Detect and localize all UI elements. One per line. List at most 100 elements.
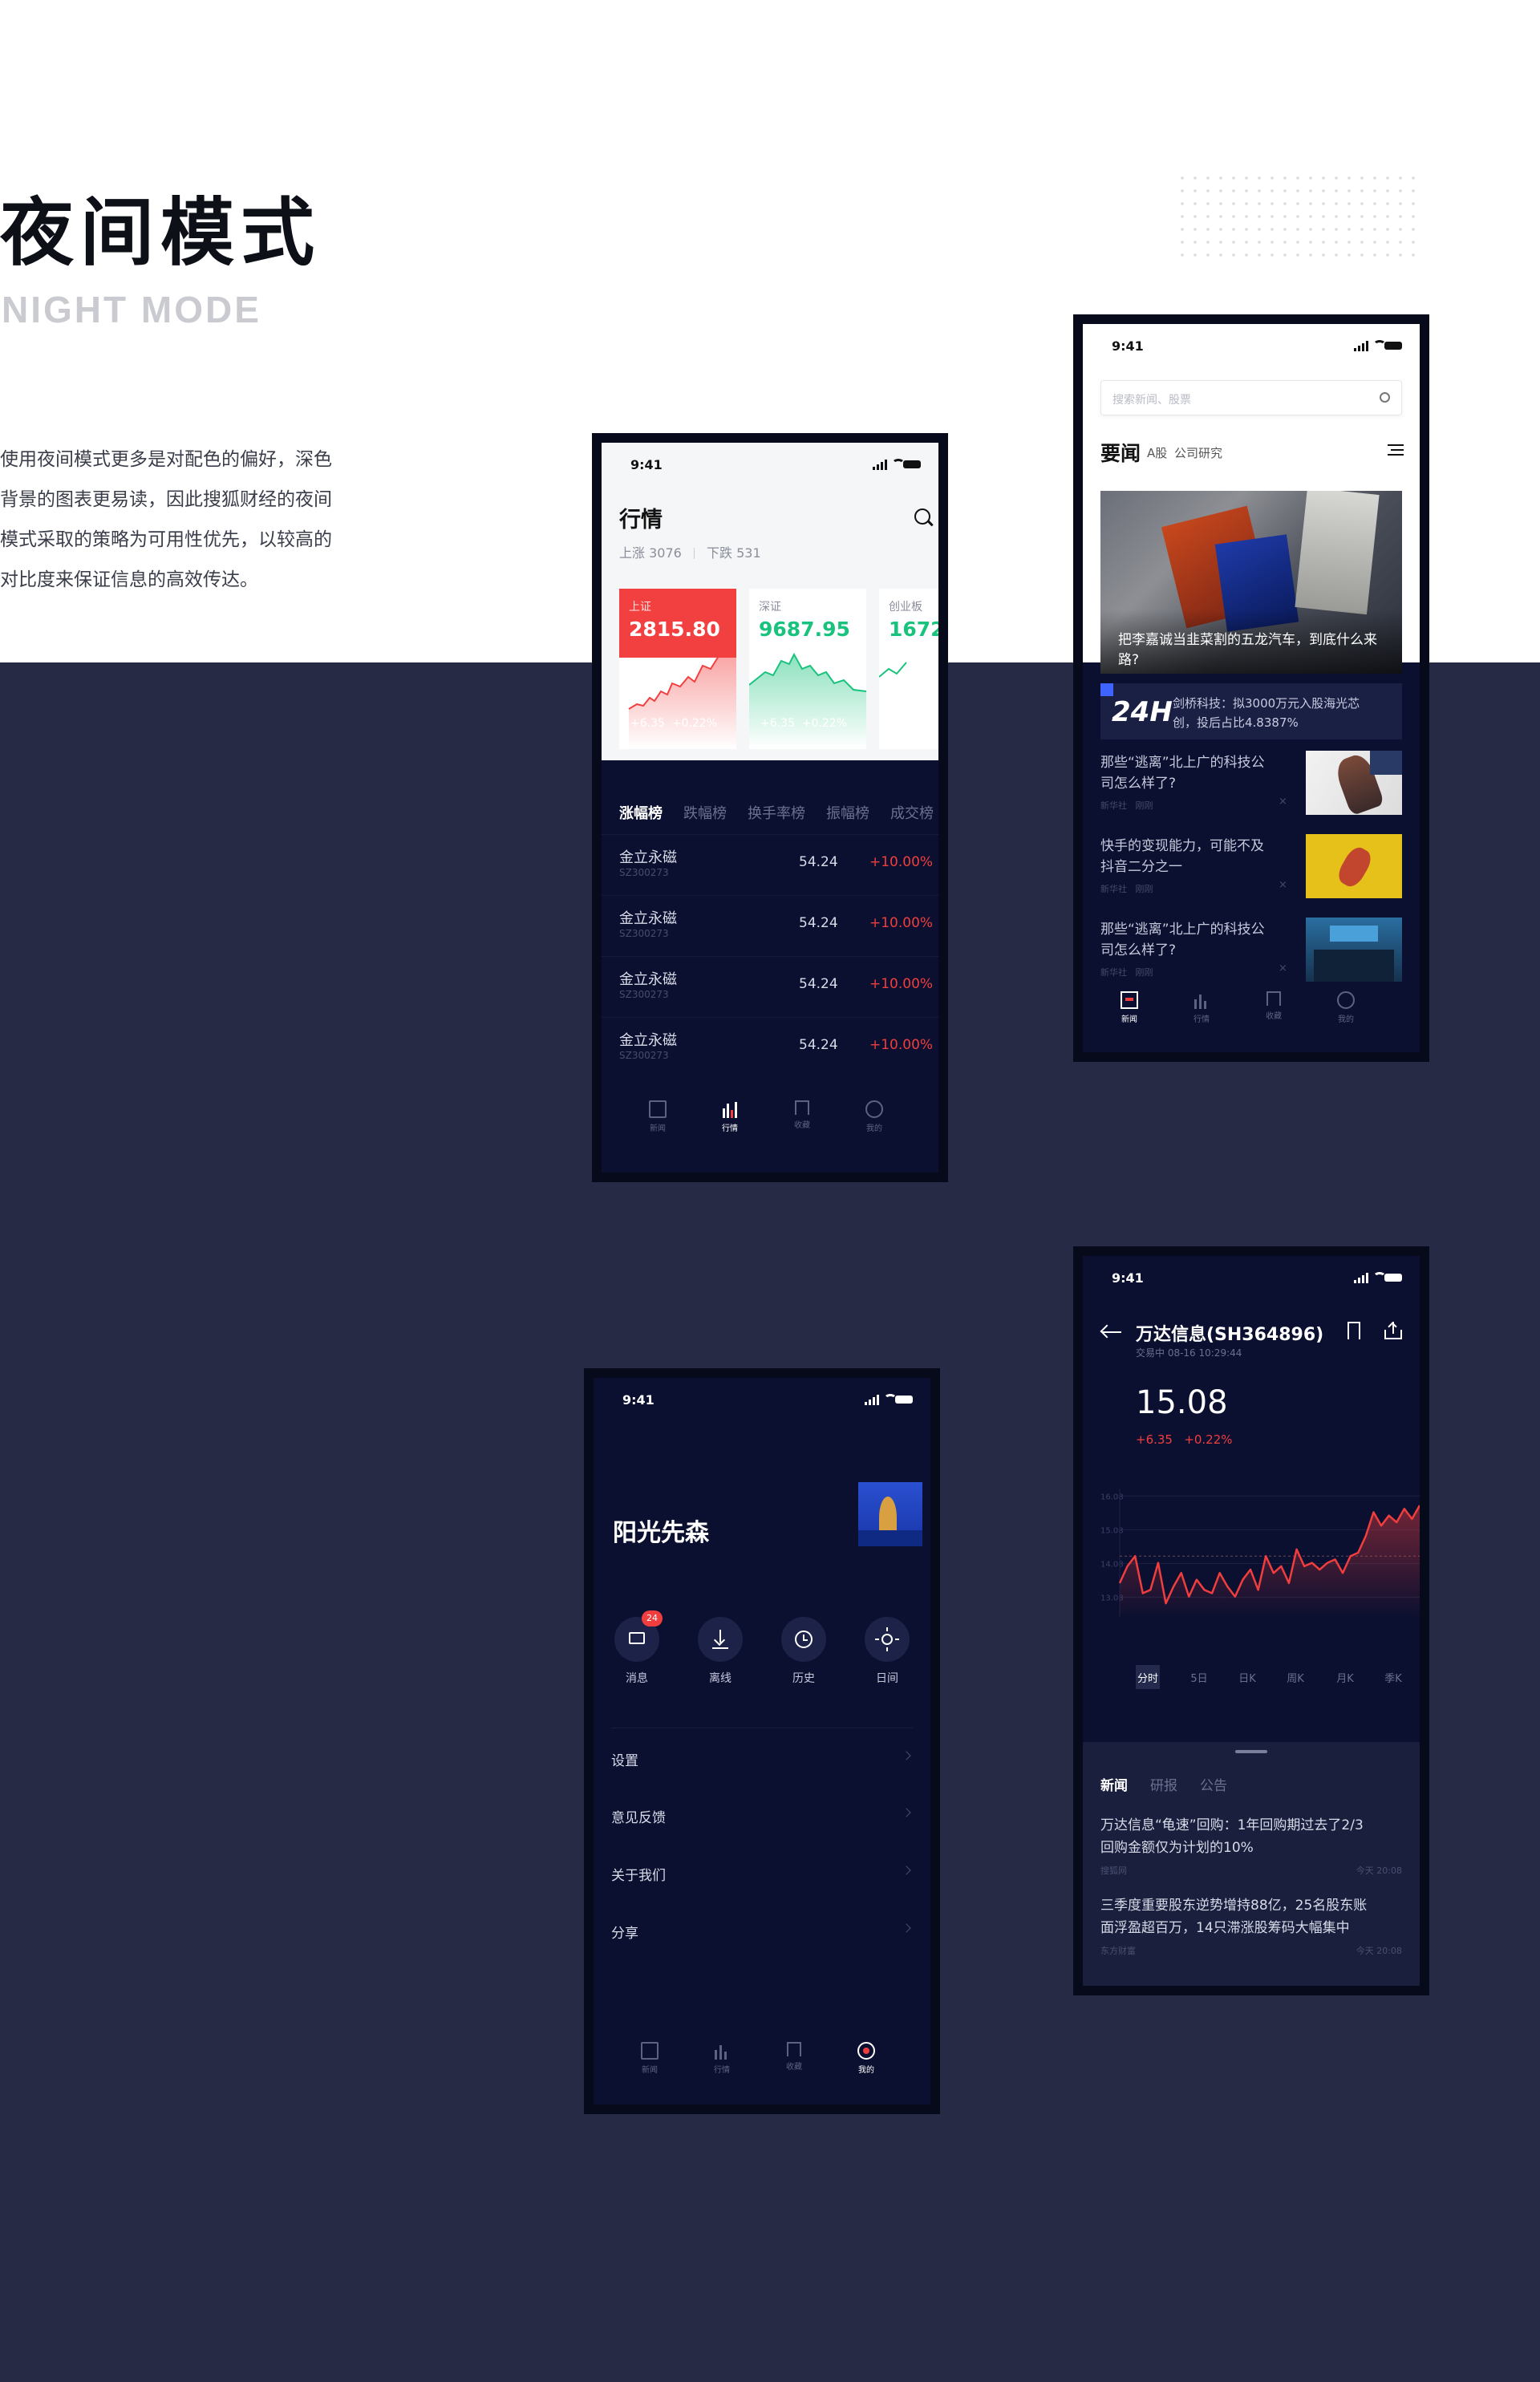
table-row[interactable]: 金立永磁 SZ300273 54.24 +10.00% (602, 895, 938, 956)
tab-news[interactable]: 新闻 (634, 1100, 682, 1133)
news-icon (649, 1100, 667, 1118)
share-icon[interactable] (1384, 1322, 1402, 1339)
list-item[interactable]: 三季度重要股东逆势增持88亿，25名股东账 面浮盈超百万，14只滞涨股筹码大幅集… (1100, 1894, 1402, 1975)
bookmark-icon (787, 2042, 801, 2056)
dot-pattern-decoration (1176, 172, 1416, 260)
market-phone: 9:41 行情 上涨 3076 下跌 531 上证 2815.80 +6.35 (592, 433, 948, 1182)
news-screen: 9:41 搜索新闻、股票 要闻 A股 公司研究 把李嘉诚当韭菜割的五龙汽车，到底… (1083, 324, 1420, 1052)
tab-favorites[interactable]: 收藏 (778, 1100, 826, 1130)
menu-item-share[interactable]: 分享 (611, 1901, 913, 1959)
chevron-right-icon (902, 1751, 911, 1760)
drag-handle[interactable] (1235, 1750, 1267, 1753)
news-thumbnail (1306, 834, 1402, 898)
stock-news-panel: 新闻 研报 公告 万达信息“龟速”回购：1年回购期过去了2/3 回购金额仅为计划… (1083, 1742, 1420, 1986)
news-icon (1121, 991, 1138, 1009)
status-bar: 9:41 (1083, 1256, 1420, 1301)
bar-chart-icon (721, 1100, 739, 1118)
tab-news[interactable]: 新闻 (1105, 991, 1153, 1024)
page-subtitle: NIGHT MODE (2, 289, 261, 330)
dismiss-icon[interactable]: × (1279, 796, 1287, 808)
news-24h-banner[interactable]: 24H 剑桥科技：拟3000万元入股海光芯 创，投后占比4.8387% (1100, 683, 1402, 739)
list-item[interactable]: 万达信息“龟速”回购：1年回购期过去了2/3 回购金额仅为计划的10% 搜狐网 … (1100, 1814, 1402, 1894)
headline-image[interactable]: 把李嘉诚当韭菜割的五龙汽车，到底什么来路? (1100, 491, 1402, 674)
tab-market[interactable]: 行情 (698, 2042, 746, 2075)
tab-gainers[interactable]: 涨幅榜 (619, 802, 663, 823)
index-card-cy[interactable]: 创业板 1672. +6.35 + (879, 589, 938, 749)
dismiss-icon[interactable]: × (1279, 879, 1287, 891)
back-arrow-icon[interactable] (1100, 1324, 1121, 1339)
status-time: 9:41 (630, 457, 663, 472)
news-icon (641, 2042, 659, 2060)
username: 阳光先森 (613, 1519, 709, 1547)
tab-market[interactable]: 行情 (706, 1100, 754, 1133)
trading-status: 交易中 08-16 10:29:44 (1136, 1347, 1242, 1359)
profile-phone: 9:41 阳光先森 24 消息 离线 历史 日间 设置 意见反馈 关于我们 分享… (584, 1368, 940, 2114)
search-input[interactable]: 搜索新闻、股票 (1100, 380, 1402, 415)
tab-turnover[interactable]: 换手率榜 (748, 802, 805, 823)
status-bar: 9:41 (594, 1378, 930, 1423)
bar-chart-icon (713, 2042, 731, 2060)
tab-volume[interactable]: 成交榜 (890, 802, 934, 823)
history-button[interactable]: 历史 (776, 1617, 831, 1686)
menu-icon[interactable] (1388, 444, 1404, 457)
tab-news[interactable]: 新闻 (626, 2042, 674, 2075)
list-item[interactable]: 快手的变现能力，可能不及 抖音二分之一 新华社 刚刚 × (1100, 829, 1420, 909)
chevron-right-icon (902, 1808, 911, 1817)
offline-button[interactable]: 离线 (693, 1617, 748, 1686)
chevron-right-icon (902, 1865, 911, 1875)
page-description: 使用夜间模式更多是对配色的偏好，深色 背景的图表更易读，因此搜狐财经的夜间 模式… (0, 449, 332, 590)
stock-screen: 9:41 万达信息(SH364896) 交易中 08-16 10:29:44 1… (1083, 1256, 1420, 1986)
tab-announcements[interactable]: 公告 (1200, 1774, 1227, 1794)
tab-stock-news[interactable]: 新闻 (1100, 1774, 1128, 1794)
status-bar: 9:41 (1083, 324, 1420, 369)
tab-mine[interactable]: 我的 (1322, 991, 1370, 1024)
period-tab[interactable]: 季K (1381, 1670, 1405, 1685)
bookmark-icon[interactable] (1348, 1322, 1360, 1339)
table-row[interactable]: 金立永磁 SZ300273 54.24 +10.00% (602, 834, 938, 895)
tab-losers[interactable]: 跌幅榜 (683, 802, 727, 823)
period-tab[interactable]: 周K (1283, 1670, 1307, 1685)
dismiss-icon[interactable]: × (1279, 962, 1287, 974)
tab-a-shares[interactable]: A股 (1147, 444, 1167, 461)
period-tab[interactable]: 日K (1235, 1670, 1259, 1685)
list-item[interactable]: 那些“逃离”北上广的科技公 司怎么样了? 新华社 刚刚 × (1100, 913, 1420, 993)
tab-market[interactable]: 行情 (1177, 991, 1226, 1024)
list-item[interactable]: 那些“逃离”北上广的科技公 司怎么样了? 新华社 刚刚 × (1100, 746, 1420, 826)
menu-item-feedback[interactable]: 意见反馈 (611, 1785, 913, 1843)
period-tab[interactable]: 分时 (1136, 1670, 1160, 1685)
chevron-right-icon (902, 1923, 911, 1933)
table-row[interactable]: 金立永磁 SZ300273 54.24 +10.00% (602, 1017, 938, 1078)
period-tab[interactable]: 5日 (1187, 1670, 1211, 1685)
period-tab[interactable]: 月K (1333, 1670, 1357, 1685)
menu-item-settings[interactable]: 设置 (611, 1728, 913, 1785)
tab-bar: 新闻 行情 收藏 我的 (594, 2042, 930, 2098)
tab-bar: 新闻 行情 收藏 我的 (602, 1100, 938, 1157)
message-count-badge: 24 (642, 1610, 663, 1626)
messages-button[interactable]: 24 消息 (610, 1610, 664, 1686)
tab-favorites[interactable]: 收藏 (1250, 991, 1298, 1021)
bookmark-icon (795, 1100, 809, 1115)
index-card-sz[interactable]: 深证 9687.95 +6.35 +0.22% (749, 589, 866, 749)
day-mode-button[interactable]: 日间 (860, 1617, 914, 1686)
rise-fall-summary: 上涨 3076 下跌 531 (619, 545, 761, 561)
tab-company-research[interactable]: 公司研究 (1174, 444, 1222, 461)
tab-amplitude[interactable]: 振幅榜 (826, 802, 869, 823)
stock-change: +6.35 +0.22% (1136, 1432, 1233, 1447)
tab-mine[interactable]: 我的 (842, 2042, 890, 2075)
avatar[interactable] (858, 1482, 922, 1546)
tab-favorites[interactable]: 收藏 (770, 2042, 818, 2072)
intraday-chart: 16.0815.0814.0813.08 (1100, 1489, 1420, 1617)
bookmark-icon (1266, 991, 1281, 1006)
tab-research[interactable]: 研报 (1150, 1774, 1177, 1794)
table-row[interactable]: 金立永磁 SZ300273 54.24 +10.00% (602, 956, 938, 1017)
stock-price: 15.08 (1136, 1384, 1228, 1421)
index-card-sh[interactable]: 上证 2815.80 +6.35 +0.22% (619, 589, 736, 749)
market-screen: 9:41 行情 上涨 3076 下跌 531 上证 2815.80 +6.35 (602, 443, 938, 1173)
search-icon[interactable] (914, 508, 934, 526)
tab-bar: 新闻 行情 收藏 我的 (1083, 991, 1420, 1047)
user-icon (1337, 991, 1355, 1009)
menu-item-about[interactable]: 关于我们 (611, 1843, 913, 1901)
tab-mine[interactable]: 我的 (850, 1100, 898, 1133)
download-icon (698, 1617, 743, 1662)
news-thumbnail (1306, 918, 1402, 982)
